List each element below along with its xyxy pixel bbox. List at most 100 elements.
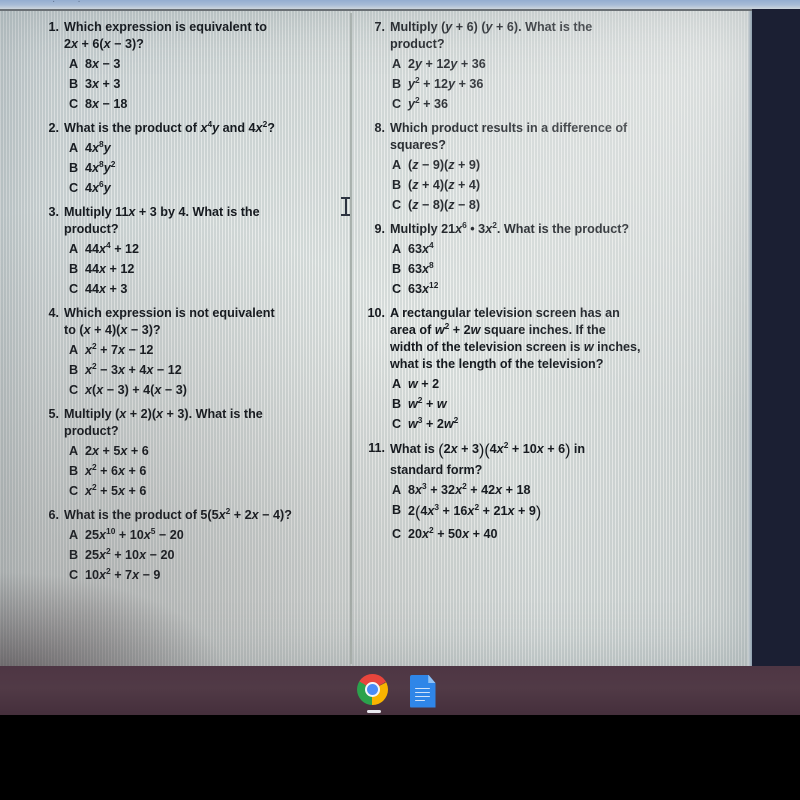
question-header: 5. Multiply (x + 2)(x + 3). What is the pr… [44,406,338,440]
answer-option[interactable]: A 63x4 [364,240,738,258]
answer-option[interactable]: B 63x8 [364,260,738,278]
option-text: 8x3 + 32x2 + 42x + 18 [408,480,531,497]
option-text: y2 + 12y + 36 [408,74,484,91]
answer-option[interactable]: C 8x − 18 [44,95,338,113]
question-text: Multiply 11x + 3 by 4. What is the produc… [64,204,260,236]
answer-option[interactable]: C 63x12 [364,280,738,298]
answer-option[interactable]: B 2(4x3 + 16x2 + 21x + 9) [364,501,738,524]
answer-options: A 4x8y B 4x8y2 C 4x6y [44,139,338,197]
answer-option[interactable]: Bx2 − 3x + 4x − 12 [44,361,338,379]
answer-option[interactable]: A 44x4 + 12 [44,240,338,258]
option-text: 8x − 18 [85,96,128,111]
answer-option[interactable]: C 44x + 3 [44,280,338,298]
question-header: 4. Which expression is not equivalent to (… [44,305,338,339]
option-text: x2 + 5x + 6 [85,481,147,498]
answer-option[interactable]: C 10x2 + 7x − 9 [44,566,338,584]
option-text: 63x12 [408,279,439,296]
answer-option[interactable]: Bx2 + 6x + 6 [44,462,338,480]
answer-option[interactable]: A 8x3 + 32x2 + 42x + 18 [364,481,738,499]
question-1: 1. Which expression is equivalent to 2x + … [44,19,338,113]
answer-option[interactable]: B 44x + 12 [44,260,338,278]
option-text: x(x − 3) + 4(x − 3) [85,382,187,397]
answer-option[interactable]: C (z − 8)(z − 8) [364,196,738,214]
option-letter: A [392,242,402,257]
answer-option[interactable]: B (z + 4)(z + 4) [364,176,738,194]
option-text: 2x + 5x + 6 [85,444,149,459]
question-number: 10. [367,305,385,320]
question-5: 5. Multiply (x + 2)(x + 3). What is the pr… [44,406,338,500]
option-letter: B [392,178,402,192]
option-text: 44x4 + 12 [85,239,140,257]
answer-option[interactable]: By2 + 12y + 36 [364,75,738,93]
option-text: x2 + 7x − 12 [85,340,154,358]
worksheet-columns: 1. Which expression is equivalent to 2x + … [0,11,752,666]
option-letter: C [392,527,402,542]
question-8: 8. Which product results in a difference … [364,120,738,214]
question-4: 4. Which expression is not equivalent to (… [44,305,338,399]
answer-option[interactable]: A 4x8y [44,139,338,157]
question-header: 7. Multiply (y + 6) (y + 6). What is the p… [364,19,738,53]
answer-option[interactable]: A 8x − 3 [44,55,338,73]
question-number: 5. [48,406,59,421]
chrome-icon[interactable] [356,673,391,713]
answer-option[interactable]: Cx2 + 5x + 6 [44,482,338,500]
question-header: 3. Multiply 11x + 3 by 4. What is the prod… [44,204,338,238]
option-letter: A [69,141,79,156]
answer-option[interactable]: B 4x8y2 [44,159,338,177]
google-docs-icon[interactable] [409,674,444,708]
option-letter: C [69,483,79,498]
option-letter: A [69,242,79,257]
question-text: Which expression is equivalent to 2x + 6(… [64,20,267,52]
question-number: 6. [48,507,59,522]
answer-options: A 8x3 + 32x2 + 42x + 18 B 2(4x3 + 16x2 + 21… [364,481,738,544]
option-letter: B [392,77,402,91]
option-letter: C [69,382,79,397]
question-number: 2. [48,121,59,135]
question-number: 1. [48,20,59,34]
answer-option[interactable]: Cy2 + 36 [364,95,738,113]
question-7: 7. Multiply (y + 6) (y + 6). What is the p… [364,19,738,113]
answer-option[interactable]: B 25x2 + 10x − 20 [44,546,338,564]
answer-option[interactable]: Cw3 + 2w2 [364,415,738,433]
question-header: 8. Which product results in a difference … [364,120,738,154]
option-letter: B [69,261,79,276]
answer-option[interactable]: A 2x + 5x + 6 [44,442,338,460]
question-text: Which expression is not equivalent to (x … [64,305,275,337]
option-text: w2 + w [408,394,447,412]
answer-option[interactable]: A (z − 9)(z + 9) [364,156,738,174]
answer-option[interactable]: Ax2 + 7x − 12 [44,341,338,359]
desktop-background-right [752,0,800,668]
option-letter: C [392,416,402,431]
option-text: x2 − 3x + 4x − 12 [85,360,182,377]
question-text: What is (2x + 3)(4x2 + 10x + 6) in standa… [390,439,586,477]
option-letter: B [392,261,402,276]
question-text: Which product results in a difference of… [390,121,628,153]
answer-option[interactable]: A 2y + 12y + 36 [364,55,738,73]
option-text: 25x10 + 10x5 − 20 [85,525,184,542]
answer-option[interactable]: Aw + 2 [364,375,738,393]
answer-option[interactable]: C 20x2 + 50x + 40 [364,525,738,543]
question-text: Multiply 21x6 • 3x2. What is the product… [390,219,630,236]
browser-chrome-strip: ·· [0,0,800,9]
option-text: 44x + 3 [85,281,128,296]
option-letter: A [69,343,79,358]
answer-option[interactable]: C 4x6y [44,179,338,197]
option-letter: B [69,547,79,562]
option-letter: C [392,96,402,111]
answer-option[interactable]: Cx(x − 3) + 4(x − 3) [44,381,338,399]
answer-options: A (z − 9)(z + 9) B (z + 4)(z + 4) C (z − 8)(z… [364,156,738,214]
answer-option[interactable]: A 25x10 + 10x5 − 20 [44,526,338,544]
question-6: 6. What is the product of 5(5x2 + 2x − 4)… [44,506,338,584]
question-number: 7. [374,20,385,34]
answer-option[interactable]: Bw2 + w [364,395,738,413]
option-text: 2(4x3 + 16x2 + 21x + 9) [408,501,542,521]
chromeos-shelf[interactable] [0,666,800,715]
screen: ·· 1. Which expression is equivalent to 2x… [0,0,800,800]
option-text: w + 2 [408,377,440,392]
answer-option[interactable]: B 3x + 3 [44,75,338,93]
question-header: 9. Multiply 21x6 • 3x2. What is the produ… [364,221,738,238]
page-right-edge [748,11,752,666]
option-letter: C [392,281,402,296]
option-text: 44x + 12 [85,261,135,276]
option-letter: A [392,57,402,72]
